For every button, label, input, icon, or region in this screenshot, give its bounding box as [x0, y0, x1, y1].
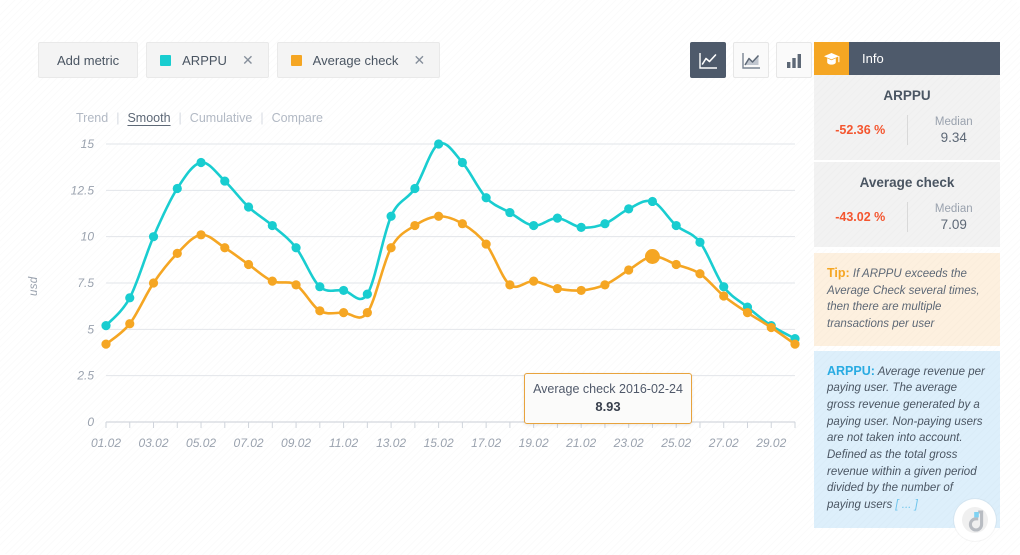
svg-text:19.02: 19.02 [519, 436, 549, 450]
stat-name: Average check [814, 175, 1000, 190]
brand-logo [954, 499, 996, 541]
svg-text:07.02: 07.02 [234, 436, 264, 450]
svg-text:15.02: 15.02 [424, 436, 454, 450]
svg-text:12.5: 12.5 [71, 183, 95, 197]
tip-text: If ARPPU exceeds the Average Check sever… [827, 268, 980, 330]
area-chart-button[interactable] [733, 42, 769, 78]
close-icon[interactable] [242, 53, 254, 67]
stat-row: -52.36 % Median 9.34 [814, 115, 1000, 145]
stat-median-label: Median [908, 116, 1001, 128]
info-panel-title: Info [849, 42, 1000, 75]
svg-text:15: 15 [81, 137, 95, 151]
svg-text:23.02: 23.02 [613, 436, 644, 450]
nav-link-smooth[interactable]: Smooth [127, 111, 170, 125]
nav-link-compare[interactable]: Compare [272, 111, 323, 125]
metric-chip-arppu[interactable]: ARPPU [146, 42, 269, 78]
stat-percent-change: -43.02 % [814, 210, 907, 224]
metric-chip-average-check[interactable]: Average check [277, 42, 441, 78]
area-chart-icon [742, 52, 761, 69]
tip-label: Tip: [827, 266, 850, 280]
add-metric-button[interactable]: Add metric [38, 42, 138, 78]
stat-median-label: Median [908, 203, 1001, 215]
svg-text:29.02: 29.02 [755, 436, 786, 450]
analytics-dashboard: Add metric ARPPU Average check [0, 0, 1020, 555]
svg-text:05.02: 05.02 [186, 436, 216, 450]
metric-color-swatch [160, 55, 171, 66]
line-chart-button[interactable] [690, 42, 726, 78]
stat-row: -43.02 % Median 7.09 [814, 202, 1000, 232]
bar-chart-button[interactable] [776, 42, 812, 78]
stat-median: Median 7.09 [908, 203, 1001, 232]
chart-mode-nav: Trend | Smooth | Cumulative | Compare [76, 111, 323, 125]
add-metric-label: Add metric [57, 53, 119, 68]
svg-text:17.02: 17.02 [471, 436, 501, 450]
definition-term: ARPPU: [827, 364, 875, 378]
svg-text:27.02: 27.02 [708, 436, 739, 450]
line-chart-icon [699, 52, 718, 69]
svg-text:10: 10 [81, 230, 95, 244]
nav-link-trend[interactable]: Trend [76, 111, 108, 125]
info-panel-header: Info [814, 42, 1000, 75]
metric-toolbar: Add metric ARPPU Average check [38, 42, 440, 78]
svg-text:03.02: 03.02 [139, 436, 169, 450]
chart-type-switcher [690, 42, 812, 78]
stat-percent-change: -52.36 % [814, 123, 907, 137]
svg-text:2.5: 2.5 [76, 369, 94, 383]
stat-block-arppu: ARPPU -52.36 % Median 9.34 [814, 75, 1000, 162]
svg-text:7.5: 7.5 [77, 276, 94, 290]
definition-text: Average revenue per paying user. The ave… [827, 366, 985, 511]
tip-block: Tip: If ARPPU exceeds the Average Check … [814, 253, 1000, 346]
stat-block-average-check: Average check -43.02 % Median 7.09 [814, 162, 1000, 249]
svg-text:13.02: 13.02 [376, 436, 406, 450]
tooltip-value: 8.93 [531, 399, 685, 414]
nav-link-cumulative[interactable]: Cumulative [190, 111, 253, 125]
svg-text:25.02: 25.02 [660, 436, 691, 450]
stat-median-value: 7.09 [908, 217, 1001, 232]
metric-chip-label: ARPPU [182, 53, 227, 68]
stat-name: ARPPU [814, 88, 1000, 103]
tooltip-title: Average check 2016-02-24 [531, 382, 685, 396]
svg-text:09.02: 09.02 [281, 436, 311, 450]
nav-separator: | [116, 111, 119, 125]
svg-text:01.02: 01.02 [91, 436, 121, 450]
stat-median-value: 9.34 [908, 130, 1001, 145]
svg-text:11.02: 11.02 [329, 436, 358, 450]
svg-text:21.02: 21.02 [565, 436, 596, 450]
graduation-cap-icon [814, 42, 849, 75]
definition-more-link[interactable]: [ ... ] [895, 499, 917, 511]
info-sidebar: Info ARPPU -52.36 % Median 9.34 Average … [814, 42, 1000, 528]
nav-separator: | [260, 111, 263, 125]
y-axis-label: usd [28, 277, 40, 296]
metric-color-swatch [291, 55, 302, 66]
svg-text:0: 0 [87, 415, 94, 429]
line-chart[interactable]: 0 2.5 5 7.5 10 12.5 15 01.02 03.02 05.02 07.02 09.0… [58, 134, 803, 464]
chart-tooltip: Average check 2016-02-24 8.93 [524, 373, 692, 424]
stat-median: Median 9.34 [908, 116, 1001, 145]
bar-chart-icon [786, 53, 803, 68]
metric-chip-label: Average check [313, 53, 399, 68]
close-icon[interactable] [413, 53, 425, 67]
nav-separator: | [179, 111, 182, 125]
svg-text:5: 5 [87, 322, 94, 336]
